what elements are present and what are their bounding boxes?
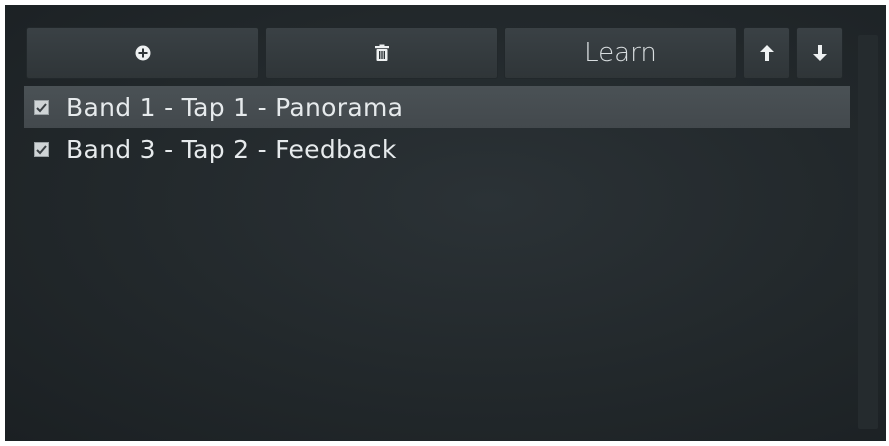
- list-item-label: Band 3 - Tap 2 - Feedback: [66, 134, 397, 164]
- toolbar: Learn: [26, 27, 843, 79]
- arrow-up-icon: [759, 45, 774, 61]
- delete-button[interactable]: [265, 27, 498, 79]
- modulation-target-panel: Learn Band 1 - Tap 1 - Panorama Band 3 -…: [5, 5, 886, 441]
- list-item[interactable]: Band 1 - Tap 1 - Panorama: [24, 86, 850, 128]
- list-item[interactable]: Band 3 - Tap 2 - Feedback: [24, 128, 850, 170]
- checkbox-checked-icon[interactable]: [33, 141, 50, 158]
- scrollbar-track[interactable]: [858, 35, 878, 429]
- arrow-down-icon: [812, 45, 827, 61]
- move-up-button[interactable]: [743, 27, 790, 79]
- add-button[interactable]: [26, 27, 259, 79]
- trash-icon: [374, 44, 390, 62]
- checkbox-checked-icon[interactable]: [33, 99, 50, 116]
- target-list: Band 1 - Tap 1 - Panorama Band 3 - Tap 2…: [24, 86, 850, 170]
- move-down-button[interactable]: [796, 27, 843, 79]
- learn-button-label: Learn: [584, 38, 657, 68]
- plus-circle-icon: [135, 45, 151, 61]
- learn-button[interactable]: Learn: [504, 27, 737, 79]
- list-item-label: Band 1 - Tap 1 - Panorama: [66, 92, 404, 122]
